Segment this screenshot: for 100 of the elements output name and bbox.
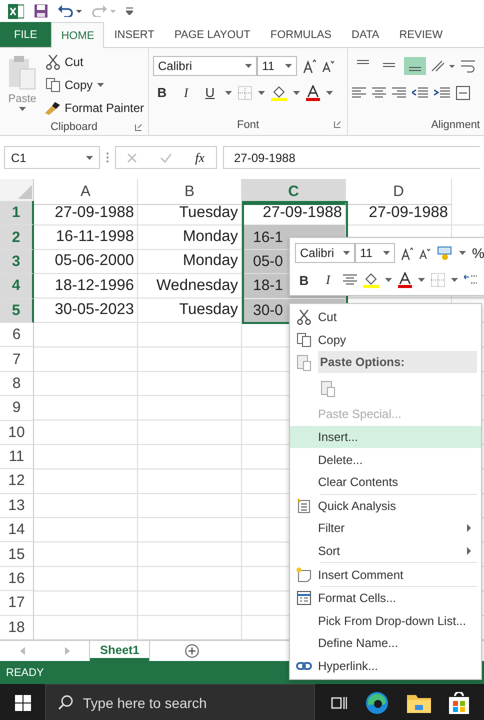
scissors-icon xyxy=(44,54,61,70)
italic-button[interactable]: I xyxy=(319,272,337,288)
font-color-icon[interactable] xyxy=(306,84,320,100)
menu-item[interactable]: Delete... xyxy=(290,448,481,471)
insert-function-button[interactable]: fx xyxy=(195,150,205,166)
cut-button[interactable]: Cut xyxy=(44,52,144,72)
row-header[interactable]: 16 xyxy=(0,566,34,592)
copy-button[interactable]: Copy xyxy=(44,75,144,95)
table-cell-text: 27-09-1988 xyxy=(262,202,343,223)
percent-style-button[interactable]: % xyxy=(472,245,484,261)
menu-item[interactable]: Copy xyxy=(290,328,481,352)
caret-icon xyxy=(343,251,350,255)
underline-button[interactable]: U xyxy=(201,85,219,100)
menu-item[interactable]: Format Cells... xyxy=(290,586,481,610)
font-name-field[interactable]: Calibri xyxy=(153,56,257,76)
row-header[interactable]: 9 xyxy=(0,396,34,421)
ribbon-tab[interactable]: INSERT xyxy=(104,22,164,47)
grow-font-icon[interactable] xyxy=(303,58,316,72)
search-box[interactable]: Type here to search xyxy=(45,684,315,720)
shrink-font-icon[interactable] xyxy=(322,60,335,72)
column-header[interactable]: C xyxy=(242,179,346,205)
browser-icon[interactable] xyxy=(365,690,389,715)
row-header[interactable]: 2 xyxy=(0,225,34,250)
vertical-align-button[interactable] xyxy=(404,56,426,74)
copy-icon xyxy=(296,332,312,348)
excel-logo-icon[interactable] xyxy=(8,4,24,18)
ribbon-tab[interactable]: HOME xyxy=(51,22,104,48)
bold-button[interactable]: B xyxy=(153,85,171,100)
align-right-icon[interactable] xyxy=(392,86,406,98)
group-label: Clipboard xyxy=(50,120,98,132)
task-view-icon[interactable] xyxy=(331,696,347,710)
table-cell-text: Tuesday xyxy=(178,300,239,320)
menu-item[interactable]: Insert Comment xyxy=(290,563,481,586)
checkmark-icon[interactable] xyxy=(160,152,172,162)
customize-toolbar-icon[interactable] xyxy=(126,7,133,15)
menu-item[interactable]: Quick Analysis xyxy=(290,494,481,518)
comment-icon xyxy=(296,566,312,583)
wrap-text-icon[interactable] xyxy=(460,58,476,72)
row-header[interactable]: 1 xyxy=(0,201,34,226)
font-size-field[interactable]: 11 xyxy=(355,243,395,263)
link-icon xyxy=(296,660,312,672)
shrink-font-icon[interactable] xyxy=(419,248,431,258)
menu-section-header: Paste Options: xyxy=(318,351,477,374)
column-header[interactable]: B xyxy=(138,179,242,205)
column-header[interactable]: D xyxy=(346,179,452,205)
ribbon-tab[interactable]: DATA xyxy=(342,22,390,47)
submenu-arrow-icon xyxy=(467,547,471,556)
italic-button[interactable]: I xyxy=(177,84,195,100)
caret-icon xyxy=(459,251,466,255)
table-cell-text: 30-05-2023 xyxy=(54,300,135,320)
row-header[interactable]: 3 xyxy=(0,250,34,274)
font-size-field[interactable]: 11 xyxy=(257,56,297,76)
bold-button[interactable]: B xyxy=(295,272,313,288)
menu-item[interactable]: Sort xyxy=(290,540,481,562)
align-center-icon[interactable] xyxy=(372,86,386,98)
caret-icon xyxy=(258,90,265,94)
merge-cells-icon[interactable] xyxy=(456,86,470,100)
formula-field[interactable]: 27-09-1988 xyxy=(223,146,480,169)
text-orientation-icon[interactable] xyxy=(430,58,456,72)
increase-indent-icon[interactable] xyxy=(434,86,450,98)
ribbon-tab[interactable]: FILE xyxy=(0,22,52,47)
font-name-field[interactable]: Calibri xyxy=(295,243,355,263)
ribbon-tab[interactable]: PAGE LAYOUT xyxy=(164,22,260,47)
column-header[interactable]: A xyxy=(34,179,138,205)
dialog-launcher-icon[interactable] xyxy=(135,124,142,131)
font-color-icon[interactable] xyxy=(398,272,412,288)
clipboard-icon xyxy=(320,379,336,398)
align-left-icon[interactable] xyxy=(352,86,366,98)
row-header[interactable]: 10 xyxy=(0,420,34,445)
format-cells-icon xyxy=(296,590,312,606)
save-icon[interactable] xyxy=(34,4,48,18)
fill-color-icon[interactable] xyxy=(363,272,379,288)
menu-item[interactable]: Pick From Drop-down List... xyxy=(290,610,481,632)
name-box[interactable]: C1 xyxy=(4,146,100,169)
row-header[interactable]: 4 xyxy=(0,274,34,299)
row-header[interactable]: 6 xyxy=(0,322,34,348)
fill-color-icon[interactable] xyxy=(271,84,287,100)
sheet-tab[interactable]: Sheet1 xyxy=(90,641,150,662)
accounting-format-icon[interactable] xyxy=(437,246,453,260)
menu-item[interactable]: Define Name... xyxy=(290,632,481,655)
ribbon-tab[interactable]: REVIEW xyxy=(389,22,453,47)
row-header[interactable]: 14 xyxy=(0,518,34,542)
store-icon[interactable] xyxy=(449,692,469,714)
grow-font-icon[interactable] xyxy=(401,246,413,260)
add-sheet-icon[interactable] xyxy=(185,644,200,658)
ribbon-tab[interactable]: FORMULAS xyxy=(260,22,342,47)
row-header[interactable]: 5 xyxy=(0,298,34,323)
dialog-launcher-icon[interactable] xyxy=(334,121,341,128)
menu-item[interactable]: Insert... xyxy=(290,426,481,448)
menu-item[interactable]: Filter xyxy=(290,517,481,540)
menu-item[interactable]: Hyperlink... xyxy=(290,654,481,678)
menu-item[interactable]: Clear Contents xyxy=(290,470,481,494)
row-header[interactable]: 11 xyxy=(0,444,34,470)
decrease-indent-icon[interactable] xyxy=(412,86,428,98)
center-align-icon[interactable] xyxy=(343,274,357,286)
decimal-icon[interactable] xyxy=(464,274,478,286)
folder-icon[interactable] xyxy=(407,692,431,713)
windows-start-icon[interactable] xyxy=(14,694,30,711)
format-painter-button[interactable]: Format Painter xyxy=(44,98,144,118)
undo-icon[interactable] xyxy=(58,5,82,17)
